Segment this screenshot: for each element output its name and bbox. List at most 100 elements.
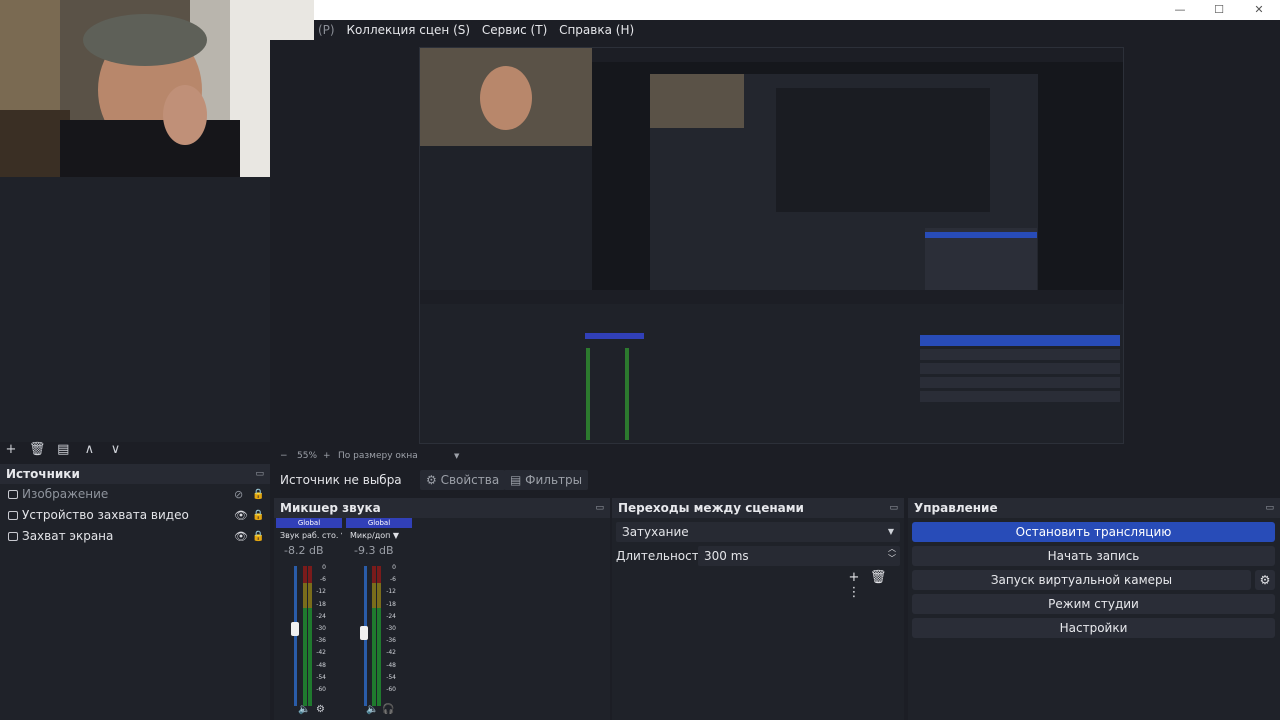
eye-hidden-icon[interactable]: ⊘ (234, 484, 243, 505)
source-label: Изображение (22, 487, 109, 501)
volume-knob[interactable] (291, 622, 299, 636)
move-down-icon[interactable]: ∨ (105, 442, 127, 458)
meter-scale: 0 -6 -12 -18 -24 -30 -36 -42 -48 -54 -60 (316, 564, 326, 694)
preview-zoom-bar: − 55% + По размеру окна ▼ (270, 448, 1280, 464)
channel-badge: Global (346, 518, 412, 528)
sources-title-label: Источники (6, 467, 80, 481)
undock-icon[interactable]: ▭ (1265, 498, 1274, 518)
channel-db: -8.2 dB (284, 544, 324, 557)
lock-icon[interactable]: 🔒 (252, 484, 264, 505)
source-label: Устройство захвата видео (22, 508, 189, 522)
volume-knob[interactable] (360, 626, 368, 640)
level-meter (303, 566, 307, 706)
lock-icon[interactable]: 🔒 (252, 526, 264, 547)
undock-icon[interactable]: ▭ (255, 464, 264, 484)
sources-toolbar: + 🗑 ▤ ∧ ∨ (0, 442, 270, 462)
filters-tab-label: Фильтры (525, 473, 583, 487)
duration-label: Длительность (616, 549, 706, 563)
chevron-down-icon[interactable]: ▼ (393, 531, 399, 540)
undock-icon[interactable]: ▭ (595, 498, 604, 518)
lock-icon[interactable]: 🔒 (252, 505, 264, 526)
menu-item-help[interactable]: Справка (H) (555, 20, 638, 40)
transitions-title-label: Переходы между сценами (618, 501, 804, 515)
minimize-button[interactable]: — (1160, 0, 1200, 20)
controls-title: Управление ▭ (908, 498, 1280, 518)
spin-arrows-icon[interactable]: ︿ ﹀ (888, 544, 896, 564)
channel-name[interactable]: Микр/доп ▼ (346, 528, 412, 544)
sources-title: Источники ▭ (0, 464, 270, 484)
menu-item-tools[interactable]: Сервис (T) (478, 20, 551, 40)
source-label: Захват экрана (22, 529, 114, 543)
mixer-channel: Global Микр/доп ▼ -9.3 dB 0 -6 -12 -18 -24 -3… (346, 518, 412, 720)
undock-icon[interactable]: ▭ (889, 498, 898, 518)
filters-tab[interactable]: ▤ Фильтры (504, 470, 589, 490)
transitions-title: Переходы между сценами ▭ (612, 498, 904, 518)
channel-badge: Global (276, 518, 342, 528)
menu-item-scene-collection[interactable]: Коллекция сцен (S) (342, 20, 474, 40)
stop-stream-button[interactable]: Остановить трансляцию (912, 522, 1275, 542)
source-filters-icon[interactable]: ▤ (52, 442, 74, 458)
speaker-icon[interactable]: 🔈 (366, 704, 378, 715)
audio-mixer-dock: Микшер звука ▭ Global Звук раб. сто. ▼ -… (274, 498, 610, 720)
scene-transitions-dock: Переходы между сценами ▭ Затухание ▼ Дли… (612, 498, 904, 720)
more-options-icon[interactable]: ⋮ (844, 585, 864, 600)
webcam-overlay (0, 0, 314, 177)
controls-title-label: Управление (914, 501, 998, 515)
start-virtual-camera-button[interactable]: Запуск виртуальной камеры (912, 570, 1251, 590)
mixer-title: Микшер звука ▭ (274, 498, 610, 518)
studio-mode-button[interactable]: Режим студии (912, 594, 1275, 614)
headphones-icon[interactable]: 🎧 (382, 704, 394, 715)
transition-tools: + 🗑 ⋮ (844, 570, 904, 600)
meter-scale: 0 -6 -12 -18 -24 -30 -36 -42 -48 -54 -60 (386, 564, 396, 694)
mixer-channel: Global Звук раб. сто. ▼ -8.2 dB 0-6-12-1… (276, 518, 342, 720)
transition-type-value: Затухание (622, 525, 689, 539)
filter-icon: ▤ (510, 473, 522, 487)
zoom-in-button[interactable]: + (323, 448, 331, 464)
channel-db: -9.3 dB (354, 544, 394, 557)
properties-tab[interactable]: ⚙ Свойства (420, 470, 506, 490)
image-source-icon (8, 490, 18, 499)
source-item[interactable]: Изображение ⊘ 🔒 (0, 484, 270, 505)
mixer-title-label: Микшер звука (280, 501, 381, 515)
scenes-dock (0, 177, 270, 442)
eye-icon[interactable]: 👁 (234, 526, 248, 547)
remove-transition-icon[interactable]: 🗑 (868, 570, 888, 585)
channel-name-label: Микр/доп (350, 531, 391, 540)
source-item[interactable]: Устройство захвата видео 👁 🔒 (0, 505, 270, 526)
channel-settings-icon[interactable]: ⚙ (316, 704, 325, 715)
channel-name-label: Звук раб. сто. (280, 531, 339, 540)
preview-canvas[interactable] (419, 47, 1124, 444)
maximize-button[interactable]: ☐ (1199, 0, 1239, 20)
start-recording-button[interactable]: Начать запись (912, 546, 1275, 566)
channel-name[interactable]: Звук раб. сто. ▼ (276, 528, 342, 544)
menu-item-profile[interactable]: (P) (314, 20, 339, 40)
properties-tab-label: Свойства (440, 473, 500, 487)
zoom-value: 55% (297, 451, 318, 461)
no-source-label: Источник не выбра (280, 473, 402, 487)
scale-mode-select[interactable]: По размеру окна (338, 448, 418, 464)
settings-button[interactable]: Настройки (912, 618, 1275, 638)
menu-bar: (P) Коллекция сцен (S) Сервис (T) Справк… (314, 20, 1280, 40)
source-item[interactable]: Захват экрана 👁 🔒 (0, 526, 270, 547)
transition-type-select[interactable]: Затухание ▼ (616, 522, 900, 542)
chevron-down-icon: ▼ (887, 527, 894, 536)
controls-dock: Управление ▭ Остановить трансляцию Начат… (908, 498, 1280, 720)
volume-slider[interactable] (294, 566, 297, 706)
add-source-icon[interactable]: + (0, 442, 22, 458)
nested-preview-image (420, 48, 1123, 443)
chevron-down-icon[interactable]: ▼ (454, 448, 459, 464)
virtual-camera-settings-icon[interactable]: ⚙ (1255, 570, 1275, 590)
gear-icon: ⚙ (426, 473, 437, 487)
speaker-icon[interactable]: 🔈 (298, 704, 310, 715)
level-meter (377, 566, 381, 706)
duration-value: 300 ms (704, 549, 749, 563)
duration-spinbox[interactable]: 300 ms ︿ ﹀ (698, 544, 900, 566)
move-up-icon[interactable]: ∧ (78, 442, 100, 458)
eye-icon[interactable]: 👁 (234, 505, 248, 526)
remove-source-icon[interactable]: 🗑 (26, 442, 48, 458)
add-transition-icon[interactable]: + (844, 570, 864, 585)
zoom-out-button[interactable]: − (280, 448, 288, 464)
chevron-down-icon[interactable]: ▼ (341, 531, 342, 540)
sources-dock: Источники ▭ Изображение ⊘ 🔒 Устройство з… (0, 464, 270, 720)
close-button[interactable]: ✕ (1239, 0, 1279, 20)
